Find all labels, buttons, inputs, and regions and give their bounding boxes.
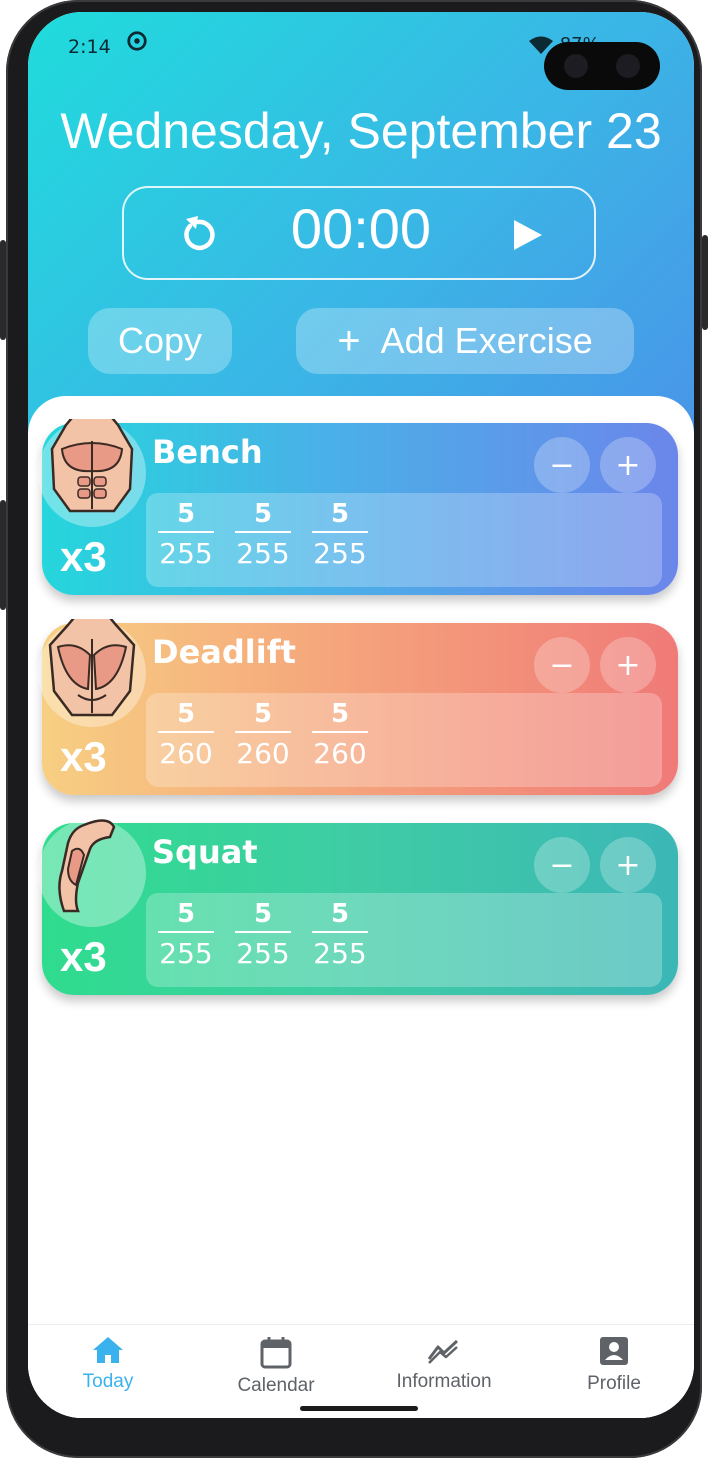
set-count: x3 xyxy=(60,733,107,780)
header: 2:14 87% Wednesday, September 23 00:00 xyxy=(28,12,694,452)
volume-button xyxy=(0,240,6,340)
set-entry[interactable]: 5 255 xyxy=(235,497,291,575)
set-entry[interactable]: 5 255 xyxy=(158,497,214,575)
set-entry[interactable]: 5 255 xyxy=(158,897,214,975)
set-reps: 5 xyxy=(235,497,291,533)
exercise-name: Deadlift xyxy=(152,633,296,671)
exercise-card[interactable]: Deadlift − + 5 260 5 260 5 260 x3 xyxy=(38,619,678,795)
exercise-avatar xyxy=(38,419,146,527)
power-button xyxy=(702,235,708,330)
exercise-card[interactable]: Bench − + 5 255 5 255 5 255 x3 xyxy=(38,419,678,595)
tab-profile[interactable]: Profile xyxy=(544,1335,684,1395)
set-entry[interactable]: 5 255 xyxy=(312,897,368,975)
exercise-card[interactable]: Squat − + 5 255 5 255 5 255 x3 xyxy=(38,819,678,995)
copy-button-label: Copy xyxy=(117,320,203,361)
calendar-icon xyxy=(260,1337,292,1369)
add-exercise-button[interactable]: + Add Exercise xyxy=(296,308,634,374)
set-weight: 260 xyxy=(159,737,213,770)
app-screen: 2:14 87% Wednesday, September 23 00:00 xyxy=(28,12,694,1418)
status-time: 2:14 xyxy=(68,36,111,58)
bottom-tab-bar: Today Calendar Information Profile xyxy=(28,1324,694,1418)
chest-muscle-icon xyxy=(50,419,134,513)
tab-label: Profile xyxy=(587,1373,641,1394)
set-reps: 5 xyxy=(158,497,214,533)
tab-information[interactable]: Information xyxy=(374,1335,514,1393)
set-entry[interactable]: 5 260 xyxy=(312,697,368,775)
add-set-button[interactable]: + xyxy=(600,837,656,893)
set-weight: 260 xyxy=(313,737,367,770)
exercise-avatar xyxy=(38,819,146,927)
set-reps: 5 xyxy=(158,897,214,933)
copy-button[interactable]: Copy xyxy=(88,308,232,374)
set-count: x3 xyxy=(60,933,107,980)
back-muscle-icon xyxy=(48,619,136,717)
tab-today[interactable]: Today xyxy=(38,1335,178,1393)
set-reps: 5 xyxy=(312,697,368,733)
set-weight: 255 xyxy=(159,937,213,970)
set-entry[interactable]: 5 255 xyxy=(312,497,368,575)
tab-label: Calendar xyxy=(237,1375,315,1396)
minus-icon: − xyxy=(549,847,575,883)
plus-icon: + xyxy=(615,447,641,483)
set-weight: 255 xyxy=(236,537,290,570)
set-entry[interactable]: 5 260 xyxy=(158,697,214,775)
trending-icon xyxy=(427,1339,459,1364)
sets-container: 5 260 5 260 5 260 xyxy=(146,693,662,787)
minus-icon: − xyxy=(549,647,575,683)
exercise-avatar xyxy=(38,619,146,727)
tab-label: Today xyxy=(82,1371,134,1392)
set-weight: 255 xyxy=(313,937,367,970)
sets-container: 5 255 5 255 5 255 xyxy=(146,893,662,987)
remove-set-button[interactable]: − xyxy=(534,837,590,893)
add-set-button[interactable]: + xyxy=(600,637,656,693)
set-entry[interactable]: 5 255 xyxy=(235,897,291,975)
tab-label: Information xyxy=(396,1371,492,1392)
home-indicator xyxy=(300,1406,418,1411)
plus-icon: + xyxy=(615,647,641,683)
exercise-name: Squat xyxy=(152,833,258,871)
add-set-button[interactable]: + xyxy=(600,437,656,493)
phone-frame: 2:14 87% Wednesday, September 23 00:00 xyxy=(0,0,708,1458)
set-weight: 255 xyxy=(159,537,213,570)
set-reps: 5 xyxy=(158,697,214,733)
at-sign-icon xyxy=(127,31,147,51)
set-reps: 5 xyxy=(312,897,368,933)
plus-icon: + xyxy=(337,319,361,363)
set-count: x3 xyxy=(60,533,107,580)
camera-cutout xyxy=(544,42,660,90)
remove-set-button[interactable]: − xyxy=(534,637,590,693)
add-exercise-label: Add Exercise xyxy=(380,320,593,361)
minus-icon: − xyxy=(549,447,575,483)
set-entry[interactable]: 5 260 xyxy=(235,697,291,775)
set-weight: 255 xyxy=(236,937,290,970)
play-icon[interactable] xyxy=(510,218,544,252)
leg-muscle-icon xyxy=(58,819,116,913)
set-reps: 5 xyxy=(312,497,368,533)
remove-set-button[interactable]: − xyxy=(534,437,590,493)
set-reps: 5 xyxy=(235,897,291,933)
exercise-name: Bench xyxy=(152,433,263,471)
tab-calendar[interactable]: Calendar xyxy=(206,1335,346,1397)
workout-timer: 00:00 xyxy=(122,186,596,280)
plus-icon: + xyxy=(615,847,641,883)
sets-container: 5 255 5 255 5 255 xyxy=(146,493,662,587)
set-weight: 255 xyxy=(313,537,367,570)
profile-icon xyxy=(600,1337,628,1365)
home-icon xyxy=(93,1337,123,1363)
set-weight: 260 xyxy=(236,737,290,770)
set-reps: 5 xyxy=(235,697,291,733)
page-title: Wednesday, September 23 xyxy=(60,103,662,159)
volume-button xyxy=(0,500,6,610)
